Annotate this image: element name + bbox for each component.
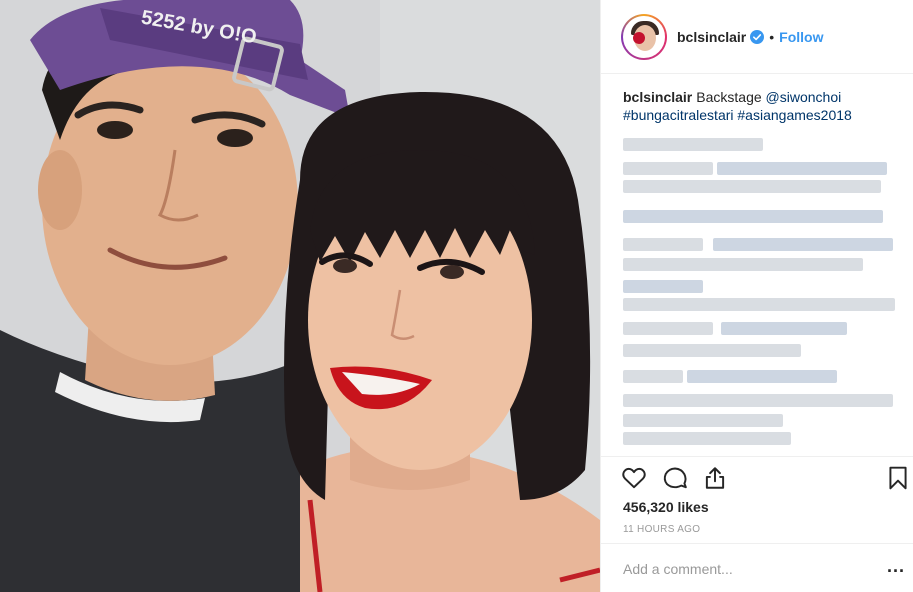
post-caption: bclsinclair Backstage @siwonchoi #bungaci… (623, 88, 893, 124)
heart-icon[interactable] (621, 465, 647, 491)
likes-count[interactable]: 456,320 likes (623, 499, 709, 515)
bookmark-icon[interactable] (885, 465, 911, 491)
post-header: bclsinclair • Follow (601, 0, 913, 74)
caption-hashtags[interactable]: #bungacitralestari #asiangames2018 (623, 107, 852, 123)
username-link[interactable]: bclsinclair (677, 29, 746, 45)
post-timestamp[interactable]: 11 HOURS AGO (623, 524, 700, 535)
comment-bar: ... (601, 543, 913, 592)
post-photo[interactable]: 5252 by O!O (0, 0, 600, 592)
post-photo-illustration: 5252 by O!O (0, 0, 600, 592)
verified-badge-icon (750, 29, 765, 44)
share-icon[interactable] (702, 465, 728, 491)
post-side-panel: bclsinclair • Follow bclsinclair Backstag… (600, 0, 913, 592)
caption-username[interactable]: bclsinclair (623, 89, 692, 105)
separator-dot: • (769, 28, 775, 45)
more-options-button[interactable]: ... (887, 556, 905, 577)
caption-text: Backstage (696, 89, 762, 105)
avatar-image (623, 15, 665, 58)
follow-button[interactable]: Follow (779, 29, 823, 45)
comment-icon[interactable] (662, 465, 688, 491)
caption-mention-link[interactable]: @siwonchoi (766, 89, 842, 105)
blurred-comments (621, 132, 901, 452)
comment-input[interactable] (623, 558, 863, 580)
avatar[interactable] (621, 13, 667, 60)
post-action-bar (601, 456, 913, 496)
